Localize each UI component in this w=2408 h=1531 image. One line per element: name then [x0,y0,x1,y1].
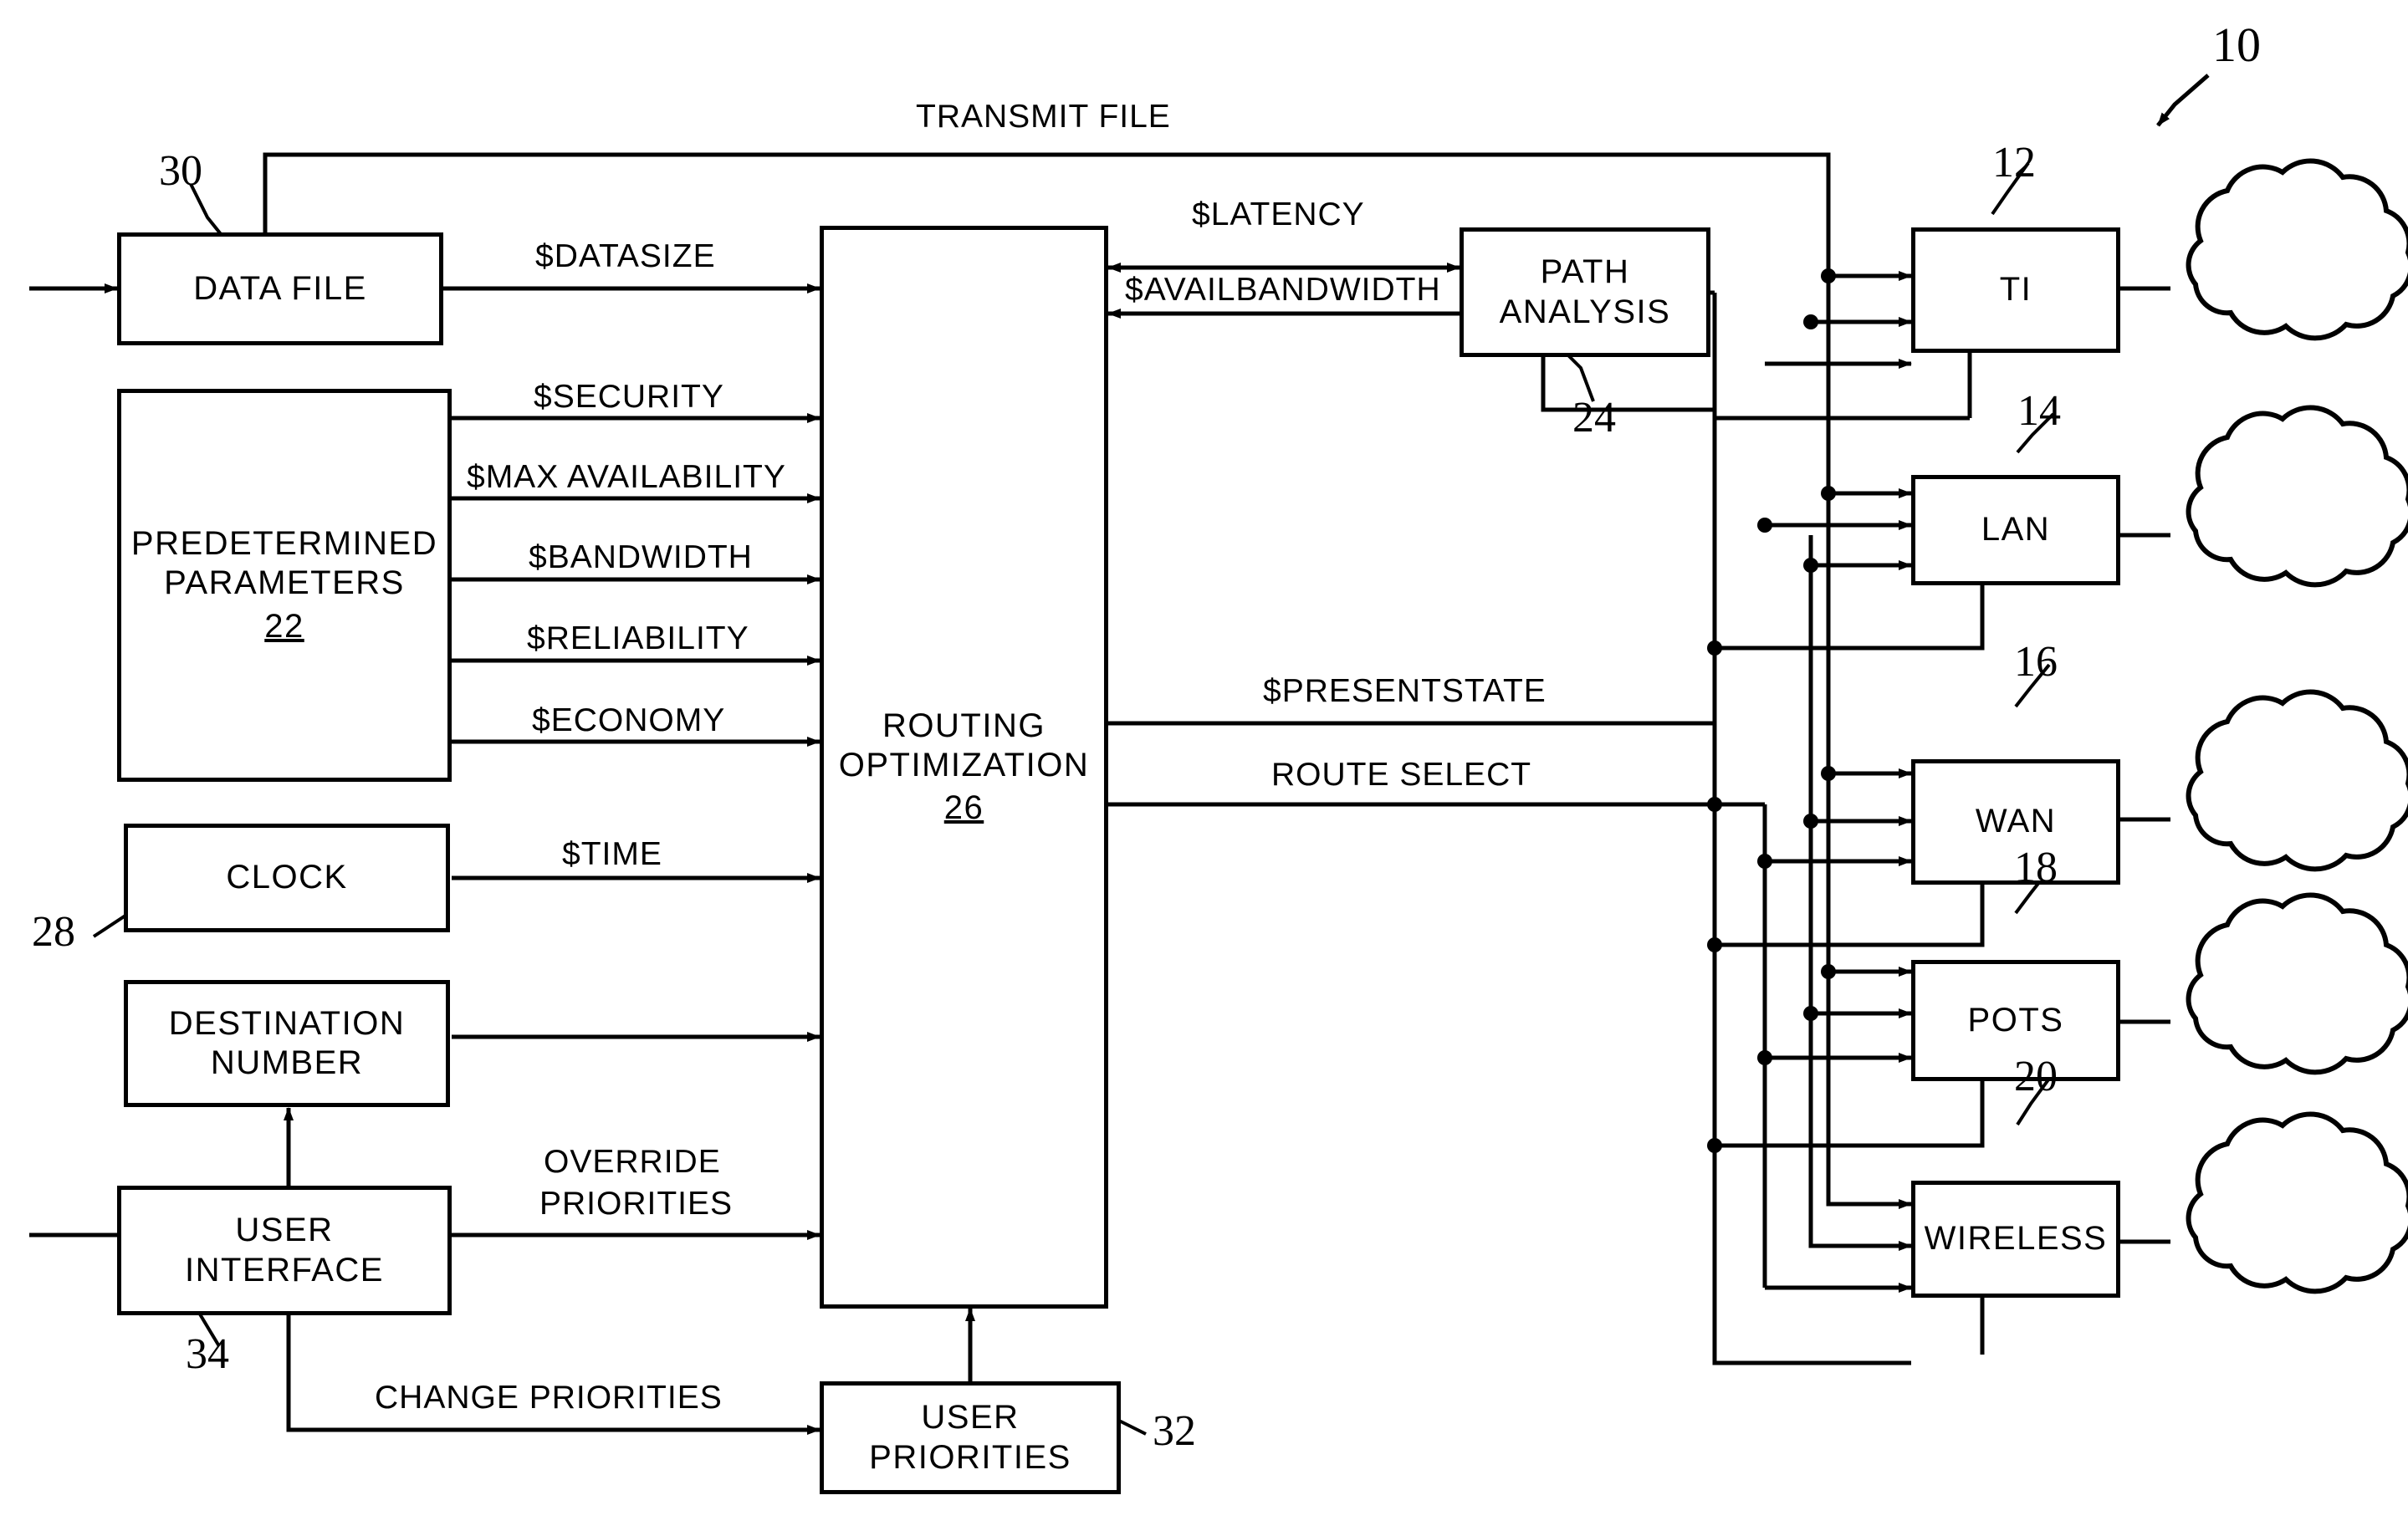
max-availability-label: $MAX AVAILABILITY [467,459,786,495]
user-priorities-box[interactable]: USER PRIORITIES [820,1381,1121,1494]
clock-box[interactable]: CLOCK [124,824,450,932]
transmit-file-label: TRANSMIT FILE [916,99,1171,135]
datasize-label: $DATASIZE [535,238,716,274]
ref-28: 28 [32,908,75,956]
ref-16: 16 [2014,638,2058,686]
predetermined-parameters-box[interactable]: PREDETERMINED PARAMETERS 22 [117,389,452,782]
routing-optimization-line1: ROUTING [882,707,1046,744]
user-priorities-line1: USER [921,1399,1020,1437]
clock-label: CLOCK [226,859,348,896]
security-label: $SECURITY [534,379,724,415]
availbandwidth-label: $AVAILBANDWIDTH [1125,272,1441,308]
destination-number-box[interactable]: DESTINATION NUMBER [124,980,450,1107]
data-file-label: DATA FILE [193,269,367,307]
economy-label: $ECONOMY [532,702,726,738]
predetermined-parameters-line2: PARAMETERS [164,564,405,602]
ref-34: 34 [186,1330,229,1378]
time-label: $TIME [562,836,662,872]
user-interface-line2: INTERFACE [185,1251,384,1289]
ref-20: 20 [2014,1053,2058,1100]
routing-optimization-box[interactable]: ROUTING OPTIMIZATION 26 [820,226,1108,1309]
pots-label: POTS [1967,1001,2064,1039]
lan-box[interactable]: LAN [1911,475,2120,585]
ref-12: 12 [1992,139,2036,186]
destination-number-line1: DESTINATION [168,1004,406,1042]
lan-label: LAN [1981,511,2051,549]
destination-number-line2: NUMBER [210,1044,364,1081]
predetermined-parameters-line1: PREDETERMINED [130,525,438,563]
wan-label: WAN [1975,803,2057,840]
ref-24: 24 [1572,394,1616,441]
ti-box[interactable]: TI [1911,227,2120,353]
latency-label: $LATENCY [1192,196,1365,232]
reliability-label: $RELIABILITY [527,620,749,656]
path-analysis-line1: PATH [1540,253,1630,291]
override-priorities-line2: PRIORITIES [539,1186,734,1222]
user-interface-box[interactable]: USER INTERFACE [117,1186,452,1315]
ref-30: 30 [159,147,202,195]
data-file-box[interactable]: DATA FILE [117,232,443,345]
routing-optimization-ref: 26 [943,789,984,827]
user-interface-line1: USER [235,1212,334,1249]
user-priorities-line2: PRIORITIES [869,1438,1071,1476]
route-select-label: ROUTE SELECT [1271,757,1532,793]
wireless-box[interactable]: WIRELESS [1911,1181,2120,1298]
ref-14: 14 [2017,387,2061,435]
patent-figure: DATA FILE PREDETERMINED PARAMETERS 22 CL… [0,0,2408,1531]
ref-32: 32 [1153,1407,1196,1455]
wireless-label: WIRELESS [1924,1220,2108,1258]
ref-figure-10: 10 [2212,18,2261,72]
bandwidth-label: $BANDWIDTH [529,539,753,575]
override-priorities-line1: OVERRIDE [544,1144,721,1180]
routing-optimization-line2: OPTIMIZATION [838,746,1090,783]
ref-18: 18 [2014,844,2058,891]
change-priorities-label: CHANGE PRIORITIES [375,1380,723,1416]
path-analysis-line2: ANALYSIS [1499,293,1671,330]
path-analysis-box[interactable]: PATH ANALYSIS [1460,227,1710,357]
ti-label: TI [1999,271,2032,309]
presentstate-label: $PRESENTSTATE [1263,673,1547,709]
predetermined-parameters-ref: 22 [264,607,304,645]
